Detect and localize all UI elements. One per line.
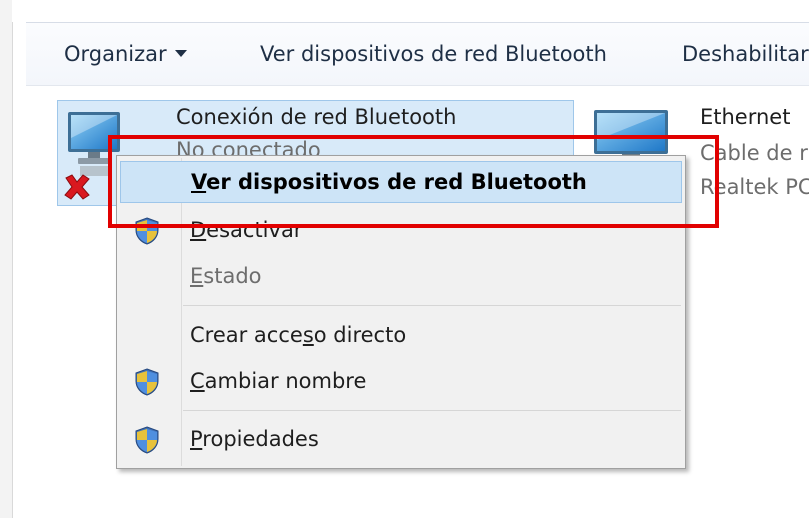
- ethernet-status: Cable de r: [700, 141, 808, 165]
- menu-item-label: Ver dispositivos de red Bluetooth: [191, 170, 587, 194]
- menu-item-label: Estado: [190, 264, 262, 288]
- window-left-edge: [0, 0, 13, 518]
- menu-item-label: Crear acceso directo: [190, 323, 407, 347]
- disable-button[interactable]: Deshabilitar: [682, 23, 809, 85]
- menu-item-label: Cambiar nombre: [190, 369, 367, 393]
- organize-label: Organizar: [64, 42, 167, 66]
- menu-item-create-shortcut[interactable]: Crear acceso directo: [120, 314, 682, 356]
- ethernet-device: Realtek PC: [700, 175, 809, 199]
- menu-separator: [183, 305, 681, 306]
- menu-item-label: Propiedades: [190, 427, 319, 451]
- uac-shield-icon: [135, 368, 159, 396]
- menu-item-status[interactable]: Estado: [120, 255, 682, 297]
- red-x-icon: [64, 174, 90, 200]
- uac-shield-icon: [135, 426, 159, 454]
- ethernet-name: Ethernet: [700, 105, 791, 129]
- menu-item-label: Desactivar: [190, 218, 303, 242]
- context-menu: Ver dispositivos de red Bluetooth Desact…: [116, 155, 686, 469]
- command-bar: Organizar Ver dispositivos de red Blueto…: [26, 22, 809, 86]
- view-bluetooth-devices-button[interactable]: Ver dispositivos de red Bluetooth: [260, 23, 607, 85]
- menu-item-disable[interactable]: Desactivar: [120, 209, 682, 251]
- dropdown-caret-icon: [174, 49, 187, 57]
- menu-separator: [183, 410, 681, 411]
- top-area: [12, 0, 809, 22]
- bluetooth-connection-name: Conexión de red Bluetooth: [176, 105, 457, 129]
- menu-item-rename[interactable]: Cambiar nombre: [120, 360, 682, 402]
- menu-item-properties[interactable]: Propiedades: [120, 418, 682, 460]
- menu-item-view-bluetooth-devices[interactable]: Ver dispositivos de red Bluetooth: [120, 161, 682, 203]
- organize-button[interactable]: Organizar: [64, 23, 187, 85]
- uac-shield-icon: [135, 217, 159, 245]
